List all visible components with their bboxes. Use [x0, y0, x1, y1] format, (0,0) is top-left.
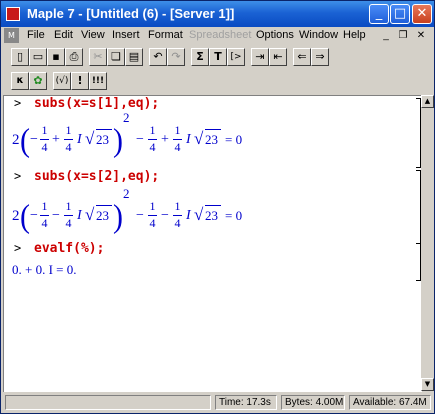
maximize-button[interactable]: □ — [390, 4, 410, 24]
cut-icon[interactable]: ✂ — [89, 48, 107, 66]
menu-bar: M File Edit View Insert Format Spreadshe… — [1, 27, 434, 45]
status-available: Available: 67.4M — [349, 395, 431, 410]
redo-icon[interactable]: ↷ — [167, 48, 185, 66]
maple-command-2[interactable]: subs(x=s[2],eq); — [34, 169, 159, 184]
worksheet-area[interactable]: > subs(x=s[1],eq); 2 ( − 1 4 + 1 4 I √ 2… — [3, 95, 422, 392]
close-button[interactable]: ✕ — [412, 4, 432, 24]
maple-command-1[interactable]: subs(x=s[1],eq); — [34, 96, 159, 111]
mdi-close-button[interactable]: ✕ — [414, 29, 428, 42]
menu-edit[interactable]: Edit — [54, 29, 73, 41]
kappa-icon[interactable]: κ — [11, 72, 29, 90]
execute-all-icon[interactable]: !!! — [89, 72, 107, 90]
math-output-3: 0. + 0. I = 0. — [12, 262, 77, 277]
paste-icon[interactable]: ▤ — [125, 48, 143, 66]
status-time: Time: 17.3s — [215, 395, 277, 410]
math-output-2: 2 ( − 1 4 − 1 4 I √ 23 ) 2 − 1 4 − 1 4 I… — [12, 186, 243, 235]
title-bar: Maple 7 - [Untitled (6) - [Server 1]] _ … — [1, 1, 434, 27]
undo-icon[interactable]: ↶ — [149, 48, 167, 66]
menu-window[interactable]: Window — [299, 29, 338, 41]
outdent-icon[interactable]: ⇤ — [269, 48, 287, 66]
new-icon[interactable]: ▯ — [11, 48, 29, 66]
menu-spreadsheet[interactable]: Spreadsheet — [189, 29, 251, 41]
forward-icon[interactable]: ⇒ — [311, 48, 329, 66]
execute-icon[interactable]: ! — [71, 72, 89, 90]
text-input-icon[interactable]: T — [209, 48, 227, 66]
status-bytes: Bytes: 4.00M — [281, 395, 345, 410]
context-toolbar: κ ✿ (√) ! !!! — [3, 70, 432, 94]
input-prompt: > — [14, 169, 22, 183]
insert-prompt-icon[interactable]: [> — [227, 48, 245, 66]
indent-icon[interactable]: ⇥ — [251, 48, 269, 66]
save-icon[interactable]: ▪ — [47, 48, 65, 66]
maple-window: Maple 7 - [Untitled (6) - [Server 1]] _ … — [0, 0, 435, 414]
maple-leaf-icon[interactable]: ✿ — [29, 72, 47, 90]
vertical-scrollbar[interactable]: ▲ ▼ — [421, 95, 434, 391]
menu-help[interactable]: Help — [343, 29, 366, 41]
copy-icon[interactable]: ❏ — [107, 48, 125, 66]
maple-app-icon[interactable] — [6, 7, 20, 21]
document-icon[interactable]: M — [4, 28, 19, 43]
open-icon[interactable]: ▭ — [29, 48, 47, 66]
menu-format[interactable]: Format — [148, 29, 183, 41]
exec-sqrt-icon[interactable]: (√) — [53, 72, 71, 90]
menu-view[interactable]: View — [81, 29, 105, 41]
input-prompt: > — [14, 96, 22, 110]
main-toolbar: ▯ ▭ ▪ ⎙ ✂ ❏ ▤ ↶ ↷ Σ T [> ⇥ ⇤ ⇐ ⇒ — [3, 46, 432, 70]
status-bar: Time: 17.3s Bytes: 4.00M Available: 67.4… — [1, 392, 434, 413]
back-icon[interactable]: ⇐ — [293, 48, 311, 66]
minimize-button[interactable]: _ — [369, 4, 389, 24]
scroll-up-button[interactable]: ▲ — [421, 95, 434, 108]
input-prompt: > — [14, 241, 22, 255]
status-message — [5, 395, 211, 410]
mdi-minimize-button[interactable]: _ — [379, 29, 393, 42]
menu-insert[interactable]: Insert — [112, 29, 140, 41]
window-title: Maple 7 - [Untitled (6) - [Server 1]] — [27, 6, 235, 21]
menu-file[interactable]: File — [27, 29, 45, 41]
math-output-1: 2 ( − 1 4 + 1 4 I √ 23 ) 2 − 1 4 + 1 4 I… — [12, 110, 243, 159]
scroll-down-button[interactable]: ▼ — [421, 378, 434, 391]
mdi-restore-button[interactable]: ❐ — [396, 29, 410, 42]
menu-options[interactable]: Options — [256, 29, 294, 41]
maple-command-3[interactable]: evalf(%); — [34, 241, 104, 256]
sigma-input-icon[interactable]: Σ — [191, 48, 209, 66]
print-icon[interactable]: ⎙ — [65, 48, 83, 66]
